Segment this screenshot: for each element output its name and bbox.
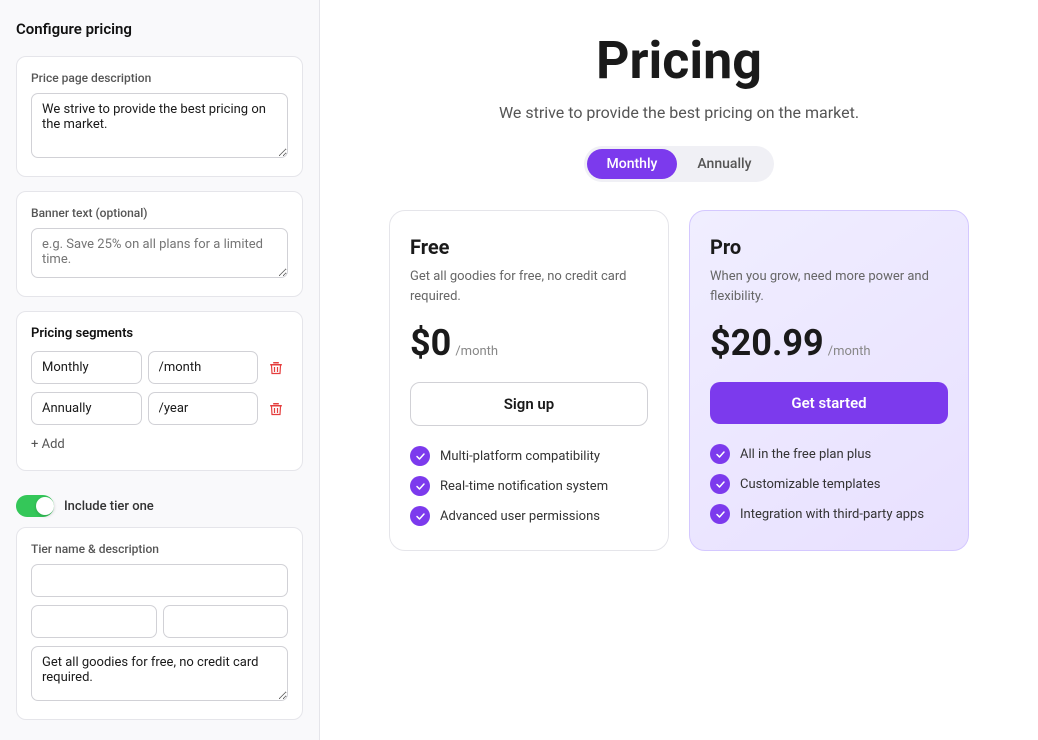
tier-action-suffix-input[interactable]: /subscribe: [163, 605, 289, 638]
tier-section: Tier name & description Free Sign up /su…: [16, 527, 303, 720]
list-item: Advanced user permissions: [410, 506, 648, 526]
check-icon: [410, 446, 430, 466]
segment-suffix-monthly[interactable]: [148, 351, 259, 384]
free-plan-price: $0 /month: [410, 322, 648, 364]
free-plan-card: Free Get all goodies for free, no credit…: [389, 210, 669, 551]
pro-price-period: /month: [828, 344, 871, 359]
segments-label: Pricing segments: [31, 326, 288, 341]
pro-price-amount: $20.99: [710, 322, 824, 364]
feature-text: Advanced user permissions: [440, 509, 600, 524]
tier-action-input[interactable]: Sign up: [31, 605, 157, 638]
pro-plan-price: $20.99 /month: [710, 322, 948, 364]
feature-text: Real-time notification system: [440, 479, 608, 494]
billing-toggle: Monthly Annually: [584, 146, 775, 182]
pro-plan-card: Pro When you grow, need more power and f…: [689, 210, 969, 551]
preview-title: Pricing: [596, 30, 762, 91]
tab-annually[interactable]: Annually: [677, 149, 771, 179]
list-item: Multi-platform compatibility: [410, 446, 648, 466]
free-plan-name: Free: [410, 235, 648, 259]
tier-action-row: Sign up /subscribe: [31, 605, 288, 638]
segment-name-annually[interactable]: [31, 392, 142, 425]
right-panel: Pricing We strive to provide the best pr…: [320, 0, 1038, 740]
tier-toggle[interactable]: [16, 495, 54, 517]
check-icon: [710, 444, 730, 464]
free-price-period: /month: [455, 344, 498, 359]
segment-row-monthly: [31, 351, 288, 384]
add-segment-button[interactable]: + Add: [31, 433, 65, 456]
pro-plan-name: Pro: [710, 235, 948, 259]
toggle-label: Include tier one: [64, 499, 154, 514]
feature-text: Customizable templates: [740, 477, 880, 492]
list-item: All in the free plan plus: [710, 444, 948, 464]
check-icon: [710, 474, 730, 494]
pro-plan-button[interactable]: Get started: [710, 382, 948, 424]
trash-icon: [268, 360, 284, 376]
tier-name-input[interactable]: Free: [31, 564, 288, 597]
toggle-slider: [16, 495, 54, 517]
description-textarea[interactable]: We strive to provide the best pricing on…: [31, 93, 288, 158]
check-icon: [710, 504, 730, 524]
description-section: Price page description We strive to prov…: [16, 56, 303, 177]
list-item: Integration with third-party apps: [710, 504, 948, 524]
feature-text: Integration with third-party apps: [740, 507, 924, 522]
tier-label: Tier name & description: [31, 542, 288, 556]
free-price-amount: $0: [410, 322, 451, 364]
toggle-row: Include tier one: [16, 485, 303, 527]
list-item: Customizable templates: [710, 474, 948, 494]
description-label: Price page description: [31, 71, 288, 85]
banner-section: Banner text (optional): [16, 191, 303, 297]
preview-subtitle: We strive to provide the best pricing on…: [499, 103, 859, 122]
banner-label: Banner text (optional): [31, 206, 288, 220]
free-features-list: Multi-platform compatibility Real-time n…: [410, 446, 648, 526]
feature-text: All in the free plan plus: [740, 447, 871, 462]
left-panel: Configure pricing Price page description…: [0, 0, 320, 740]
list-item: Real-time notification system: [410, 476, 648, 496]
feature-text: Multi-platform compatibility: [440, 449, 600, 464]
free-plan-button[interactable]: Sign up: [410, 382, 648, 426]
check-icon: [410, 476, 430, 496]
cards-container: Free Get all goodies for free, no credit…: [389, 210, 969, 551]
segment-suffix-annually[interactable]: [148, 392, 259, 425]
delete-annually-button[interactable]: [264, 397, 288, 421]
segment-row-annually: [31, 392, 288, 425]
pro-plan-description: When you grow, need more power and flexi…: [710, 267, 948, 306]
page-title: Configure pricing: [16, 20, 303, 38]
tab-monthly[interactable]: Monthly: [587, 149, 678, 179]
segments-section: Pricing segments: [16, 311, 303, 471]
free-plan-description: Get all goodies for free, no credit card…: [410, 267, 648, 306]
segment-name-monthly[interactable]: [31, 351, 142, 384]
check-icon: [410, 506, 430, 526]
delete-monthly-button[interactable]: [264, 356, 288, 380]
trash-icon-2: [268, 401, 284, 417]
banner-textarea[interactable]: [31, 228, 288, 278]
pro-features-list: All in the free plan plus Customizable t…: [710, 444, 948, 524]
tier-description-textarea[interactable]: Get all goodies for free, no credit card…: [31, 646, 288, 701]
